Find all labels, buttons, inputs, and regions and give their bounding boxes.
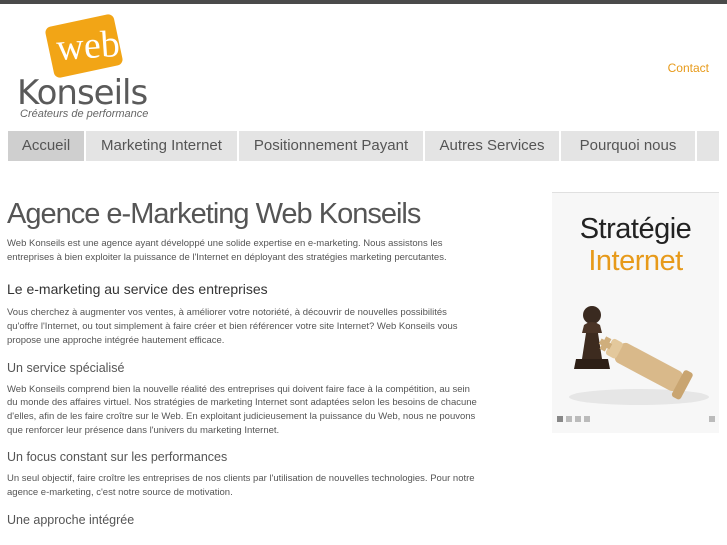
nav-spacer (697, 131, 719, 161)
site-logo[interactable]: web Konseils Créateurs de performance (17, 13, 167, 124)
intro-paragraph: Web Konseils est une agence ayant dévelo… (7, 238, 447, 263)
slider-dot[interactable] (575, 416, 581, 422)
image-slider[interactable]: Stratégie Internet (552, 192, 719, 433)
logo-wordmark: Konseils (17, 73, 148, 113)
main-nav: Accueil Marketing Internet Positionnemen… (8, 131, 719, 161)
page-title: Agence e-Marketing Web Konseils (7, 198, 421, 230)
contact-link[interactable]: Contact (668, 61, 709, 75)
logo-tagline: Créateurs de performance (20, 108, 149, 120)
slider-dot[interactable] (584, 416, 590, 422)
section-paragraph: Web Konseils comprend bien la nouvelle r… (7, 383, 477, 436)
nav-item-marketing-internet[interactable]: Marketing Internet (86, 131, 237, 161)
nav-item-pourquoi-nous[interactable]: Pourquoi nous (561, 131, 695, 161)
nav-item-autres-services[interactable]: Autres Services (425, 131, 559, 161)
section-heading: Le e-marketing au service des entreprise… (7, 281, 268, 298)
main-content: Agence e-Marketing Web Konseils Web Kons… (7, 195, 477, 535)
slider-dot[interactable] (566, 416, 572, 422)
nav-item-accueil[interactable]: Accueil (8, 131, 84, 161)
section-heading: Un service spécialisé (7, 360, 125, 375)
slide-title-line2: Internet (588, 245, 683, 277)
slide-title-line1: Stratégie (579, 213, 692, 245)
slider-dot[interactable] (557, 416, 563, 422)
section-heading: Un focus constant sur les performances (7, 450, 228, 465)
section-paragraph: Vous cherchez à augmenter vos ventes, à … (7, 307, 458, 346)
logo-badge-text: web (54, 22, 122, 70)
top-bar (0, 0, 727, 4)
slider-pagination (557, 416, 590, 422)
chess-pieces-icon (569, 306, 709, 405)
nav-item-positionnement-payant[interactable]: Positionnement Payant (239, 131, 423, 161)
slider-next-button[interactable] (709, 416, 715, 422)
section-heading: Une approche intégrée (7, 512, 135, 527)
section-paragraph: Un seul objectif, faire croître les entr… (7, 473, 475, 499)
